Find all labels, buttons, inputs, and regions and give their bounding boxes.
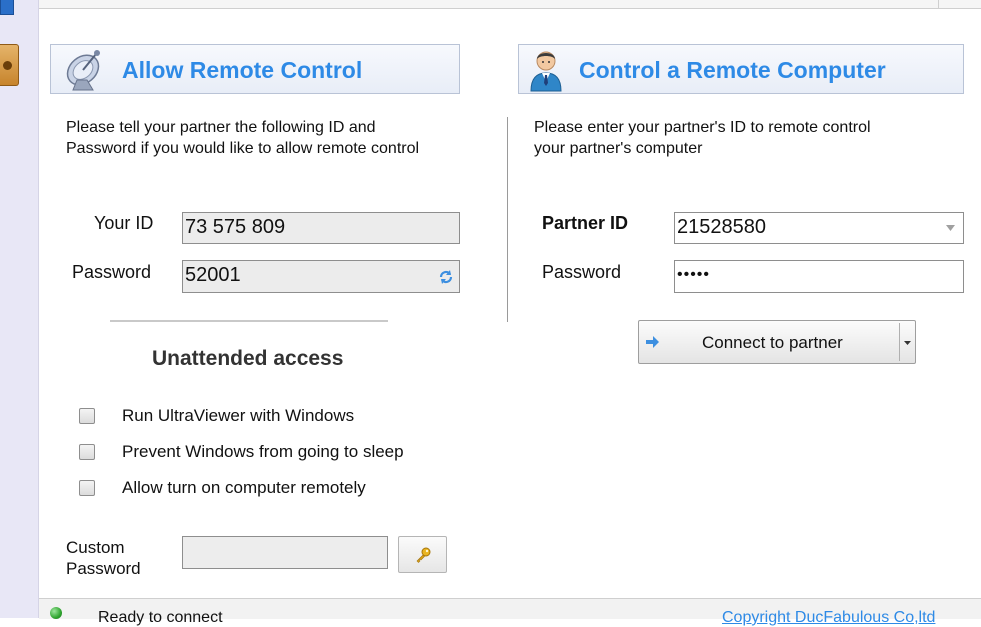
- run-with-windows-label: Run UltraViewer with Windows: [122, 406, 355, 425]
- prevent-sleep-checkbox[interactable]: [79, 444, 95, 460]
- split-button-separator: [899, 323, 900, 361]
- partner-password-label: Password: [542, 262, 622, 282]
- partner-password-value: •••••: [677, 266, 711, 283]
- allow-password-label: Password: [72, 262, 152, 282]
- partner-id-value: 21528580: [677, 216, 766, 238]
- control-remote-computer-title: Control a Remote Computer: [579, 57, 886, 83]
- allow-turn-on-checkbox[interactable]: [79, 480, 95, 496]
- allow-description-line1: Please tell your partner the following I…: [66, 119, 376, 136]
- top-toolbar-strip: [39, 0, 981, 9]
- arrow-right-icon: [646, 336, 659, 348]
- toolbar-separator: [938, 0, 939, 8]
- your-id-label: Your ID: [94, 213, 154, 233]
- unattended-access-title: Unattended access: [152, 347, 344, 370]
- copyright-link[interactable]: Copyright DucFabulous Co,ltd: [722, 609, 935, 627]
- your-id-value: 73 575 809: [185, 216, 286, 238]
- status-indicator-icon: [50, 607, 62, 619]
- satellite-dish-icon: [66, 50, 100, 91]
- custom-password-label-line1: Custom: [66, 538, 125, 557]
- custom-password-input[interactable]: [182, 536, 388, 569]
- connect-button-label: Connect to partner: [702, 333, 843, 352]
- key-icon: [416, 547, 431, 563]
- sidebar-app-icon[interactable]: [0, 0, 14, 15]
- your-id-field[interactable]: 73 575 809: [182, 212, 460, 244]
- allow-password-value: 52001: [185, 264, 241, 286]
- control-description-line2: your partner's computer: [534, 140, 703, 157]
- left-sidebar: [0, 0, 39, 618]
- connect-dropdown-icon[interactable]: [904, 341, 911, 345]
- chevron-down-icon[interactable]: [946, 225, 955, 231]
- allow-password-field[interactable]: 52001: [182, 260, 460, 293]
- refresh-icon[interactable]: [438, 269, 454, 285]
- allow-remote-control-title: Allow Remote Control: [122, 57, 363, 83]
- status-bar: Ready to connect Copyright DucFabulous C…: [39, 598, 981, 626]
- partner-id-label: Partner ID: [542, 213, 629, 233]
- control-description-line1: Please enter your partner's ID to remote…: [534, 119, 871, 136]
- control-remote-computer-header: Control a Remote Computer: [518, 44, 964, 94]
- run-with-windows-checkbox[interactable]: [79, 408, 95, 424]
- partner-password-input[interactable]: •••••: [674, 260, 964, 293]
- vertical-divider: [507, 117, 508, 322]
- sidebar-contacts-icon[interactable]: [0, 44, 19, 86]
- allow-turn-on-label: Allow turn on computer remotely: [122, 478, 366, 497]
- allow-description-line2: Password if you would like to allow remo…: [66, 140, 420, 157]
- connect-to-partner-button[interactable]: Connect to partner: [638, 320, 916, 364]
- partner-id-combobox[interactable]: 21528580: [674, 212, 964, 244]
- prevent-sleep-label: Prevent Windows from going to sleep: [122, 442, 404, 461]
- custom-password-label-line2: Password: [66, 559, 141, 578]
- user-icon: [530, 51, 562, 92]
- status-text: Ready to connect: [98, 609, 223, 626]
- section-divider: [110, 320, 388, 322]
- set-password-button[interactable]: [398, 536, 447, 573]
- allow-remote-control-header: Allow Remote Control: [50, 44, 460, 94]
